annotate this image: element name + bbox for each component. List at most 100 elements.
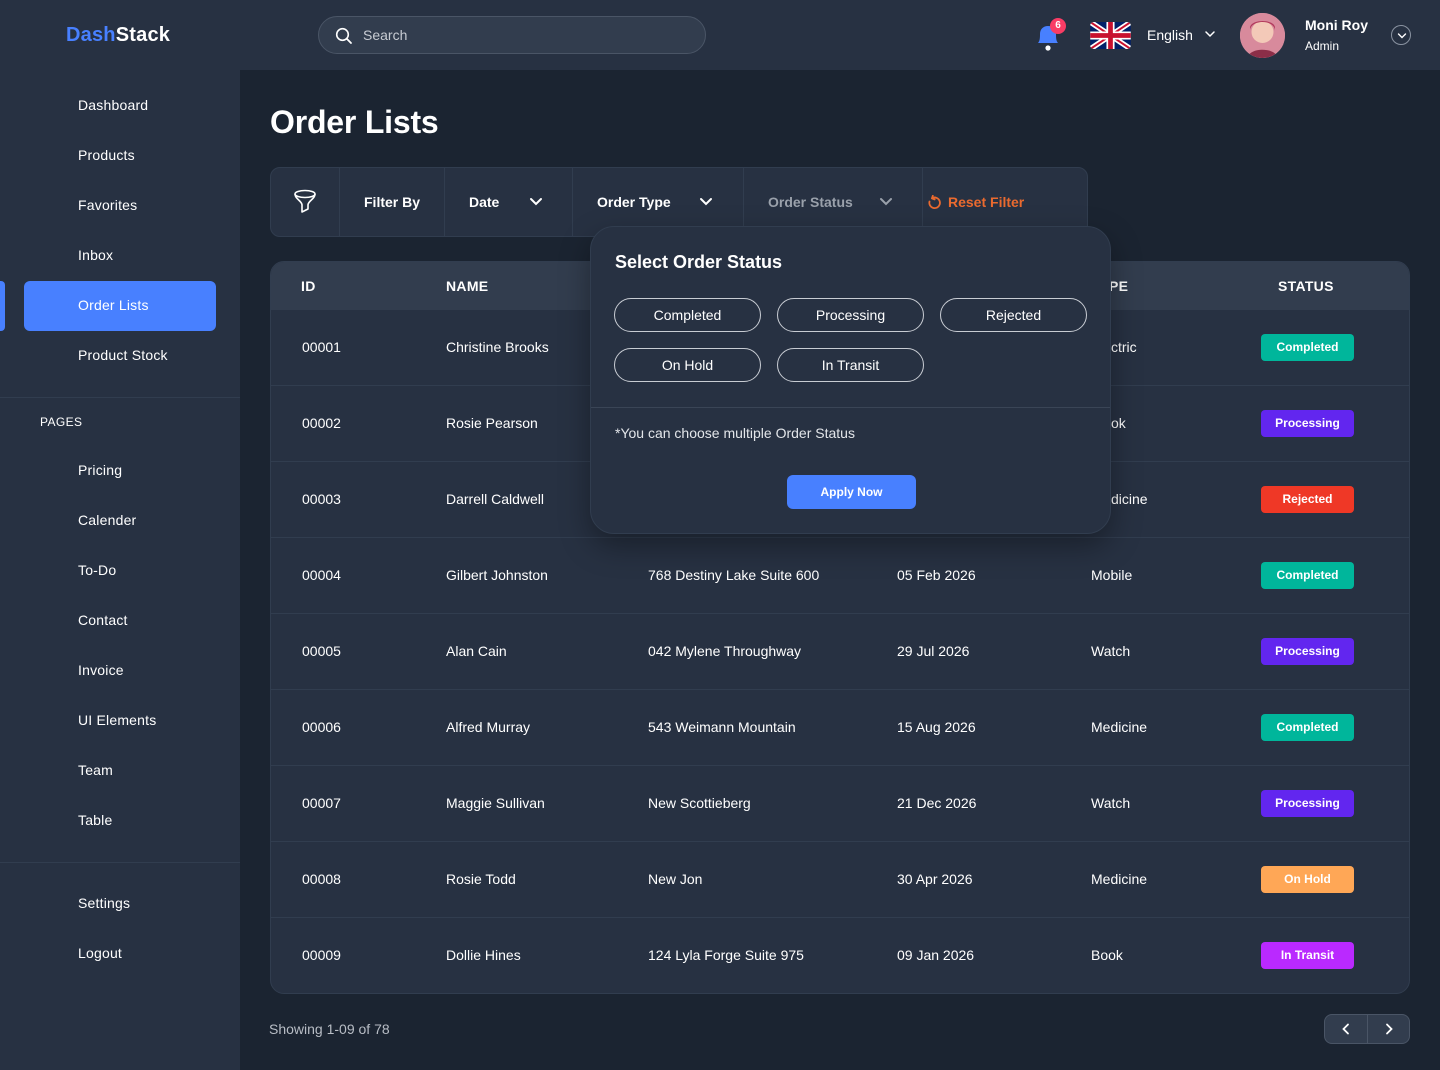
status-option-completed[interactable]: Completed <box>614 298 761 332</box>
sidebar-item-product-stock[interactable]: Product Stock <box>24 331 216 381</box>
sidebar-item-label: Order Lists <box>78 297 149 313</box>
status-option-processing[interactable]: Processing <box>777 298 924 332</box>
sidebar-item-label: Calender <box>78 512 137 528</box>
cell-type: ctric <box>1111 339 1137 355</box>
sidebar-item-favorites[interactable]: Favorites <box>24 181 216 231</box>
page-title: Order Lists <box>270 104 439 140</box>
sidebar-item-label: UI Elements <box>78 712 157 728</box>
sidebar-item-label: Dashboard <box>78 97 149 113</box>
sidebar-item-logout[interactable]: Logout <box>24 929 216 979</box>
sidebar-item-label: Contact <box>78 612 128 628</box>
table-row[interactable]: 00006 Alfred Murray 543 Weimann Mountain… <box>271 690 1409 766</box>
sidebar-item-table[interactable]: Table <box>24 796 216 846</box>
language-selector[interactable]: English <box>1147 27 1193 43</box>
pagination-controls <box>1324 1014 1410 1044</box>
sidebar-divider <box>0 862 240 863</box>
prev-page-button[interactable] <box>1325 1015 1367 1043</box>
filter-by-label-cell: Filter By <box>340 168 445 236</box>
header-name: NAME <box>446 278 489 294</box>
sidebar-item-label: Settings <box>78 895 131 911</box>
date-filter[interactable]: Date <box>445 168 573 236</box>
cell-type: Watch <box>1091 795 1131 811</box>
cell-address: 042 Mylene Throughway <box>648 643 802 659</box>
top-bar: DashStack 6 English <box>0 0 1440 70</box>
sidebar-item-label: To-Do <box>78 562 117 578</box>
user-role: Admin <box>1305 39 1340 53</box>
reset-filter-button[interactable]: Reset Filter <box>948 194 1024 210</box>
sidebar-item-label: Invoice <box>78 662 124 678</box>
brand-logo[interactable]: DashStack <box>66 24 170 47</box>
cell-address: New Scottieberg <box>648 795 751 811</box>
search-icon <box>335 27 352 44</box>
cell-date: 21 Dec 2026 <box>897 795 977 811</box>
table-row[interactable]: 00005 Alan Cain 042 Mylene Throughway 29… <box>271 614 1409 690</box>
chevron-down-icon[interactable] <box>1204 28 1216 40</box>
cell-address: 543 Weimann Mountain <box>648 719 796 735</box>
chevron-left-icon <box>1342 1023 1349 1035</box>
table-row[interactable]: 00009 Dollie Hines 124 Lyla Forge Suite … <box>271 918 1409 993</box>
cell-name: Rosie Pearson <box>446 415 538 431</box>
sidebar-item-ui-elements[interactable]: UI Elements <box>24 696 216 746</box>
cell-id: 00005 <box>302 643 341 659</box>
table-row[interactable]: 00007 Maggie Sullivan New Scottieberg 21… <box>271 766 1409 842</box>
cell-address: 768 Destiny Lake Suite 600 <box>648 567 820 583</box>
sidebar-item-products[interactable]: Products <box>24 131 216 181</box>
uk-flag-icon[interactable] <box>1090 22 1131 49</box>
sidebar-item-todo[interactable]: To-Do <box>24 546 216 596</box>
notifications-button[interactable]: 6 <box>1034 18 1066 51</box>
sidebar-item-label: Products <box>78 147 135 163</box>
cell-name: Gilbert Johnston <box>446 567 548 583</box>
sidebar-item-pricing[interactable]: Pricing <box>24 446 216 496</box>
status-badge: Processing <box>1261 410 1354 437</box>
chevron-right-icon <box>1386 1023 1393 1035</box>
cell-date: 15 Aug 2026 <box>897 719 976 735</box>
apply-now-button[interactable]: Apply Now <box>787 475 916 509</box>
cell-type: Watch <box>1091 643 1131 659</box>
user-name: Moni Roy <box>1305 17 1368 33</box>
status-option-rejected[interactable]: Rejected <box>940 298 1087 332</box>
sidebar-item-order-lists[interactable]: Order Lists <box>24 281 216 331</box>
date-filter-label: Date <box>469 194 500 210</box>
brand-logo-part2: Stack <box>115 24 171 46</box>
table-row[interactable]: 00004 Gilbert Johnston 768 Destiny Lake … <box>271 538 1409 614</box>
cell-name: Alan Cain <box>446 643 507 659</box>
sidebar-item-team[interactable]: Team <box>24 746 216 796</box>
header-status: STATUS <box>1278 278 1334 294</box>
status-badge: In Transit <box>1261 942 1354 969</box>
cell-name: Dollie Hines <box>446 947 521 963</box>
cell-id: 00008 <box>302 871 341 887</box>
chevron-down-icon <box>1397 33 1407 39</box>
cell-type: dicine <box>1111 491 1148 507</box>
next-page-button[interactable] <box>1368 1015 1410 1043</box>
search-input[interactable] <box>363 25 683 45</box>
table-row[interactable]: 00008 Rosie Todd New Jon 30 Apr 2026 Med… <box>271 842 1409 918</box>
sidebar-item-settings[interactable]: Settings <box>24 879 216 929</box>
sidebar-item-label: Pricing <box>78 462 123 478</box>
reset-icon[interactable] <box>926 195 942 211</box>
cell-address: 124 Lyla Forge Suite 975 <box>648 947 804 963</box>
status-option-on-hold[interactable]: On Hold <box>614 348 761 382</box>
sidebar-item-calender[interactable]: Calender <box>24 496 216 546</box>
cell-id: 00004 <box>302 567 341 583</box>
avatar[interactable] <box>1240 13 1285 58</box>
sidebar-item-contact[interactable]: Contact <box>24 596 216 646</box>
status-badge: Completed <box>1261 334 1354 361</box>
brand-logo-part1: Dash <box>66 24 116 46</box>
cell-id: 00006 <box>302 719 341 735</box>
cell-date: 29 Jul 2026 <box>897 643 970 659</box>
cell-type: ok <box>1111 415 1126 431</box>
filter-funnel-icon <box>294 189 316 213</box>
sidebar-item-invoice[interactable]: Invoice <box>24 646 216 696</box>
status-option-in-transit[interactable]: In Transit <box>777 348 924 382</box>
sidebar-divider <box>0 397 240 398</box>
profile-menu-button[interactable] <box>1391 25 1411 45</box>
cell-date: 09 Jan 2026 <box>897 947 975 963</box>
cell-name: Christine Brooks <box>446 339 549 355</box>
sidebar-item-inbox[interactable]: Inbox <box>24 231 216 281</box>
sidebar-item-dashboard[interactable]: Dashboard <box>24 81 216 131</box>
search-bar <box>318 16 706 54</box>
sidebar-item-label: Table <box>78 812 113 828</box>
sidebar: Dashboard Products Favorites Inbox Order… <box>0 70 240 1070</box>
cell-date: 30 Apr 2026 <box>897 871 973 887</box>
status-badge: Processing <box>1261 638 1354 665</box>
